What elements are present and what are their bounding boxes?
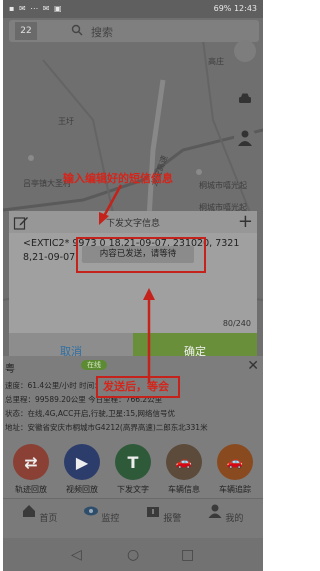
alarm-icon [146,507,159,517]
action-vehicle-info[interactable]: 🚗 车辆信息 [164,444,204,495]
plus-icon[interactable]: + [238,213,253,231]
search-icon [71,24,83,36]
vehicle-track-icon: 🚗 [217,444,253,480]
action-video-replay[interactable]: ▶ 视频回放 [62,444,102,495]
profile-icon [208,504,222,518]
status-icons: ▪ ✉ ⋯ ✉ ▣ [9,4,63,13]
tab-label: 监控 [101,514,120,524]
eye-icon [83,506,98,516]
action-vehicle-track[interactable]: 🚗 车辆追踪 [215,444,255,495]
tab-label: 我的 [225,514,244,524]
recents-icon[interactable]: □ [181,547,194,563]
car-location-button[interactable] [234,88,256,110]
search-input[interactable]: 搜索 [91,24,113,40]
vehicle-count[interactable]: 22 [15,22,37,40]
person-icon [238,130,252,146]
tab-alarm[interactable]: 报警 [143,503,183,524]
vehicle-info-icon: 🚗 [166,444,202,480]
clock: 12:43 [233,4,257,13]
search-bar[interactable]: 22 搜索 [9,20,259,42]
car-icon [239,93,251,103]
plate-number: 粤 [5,364,15,375]
action-label: 轨迹回放 [15,485,47,494]
status-bar: ▪ ✉ ⋯ ✉ ▣ 69% 12:43 [3,0,263,18]
dialog-title: 下发文字信息 [105,219,160,229]
map-label: 王圩 [58,117,74,126]
tab-label: 首页 [39,514,58,524]
system-nav-bar: ◁ ○ □ [3,538,263,571]
tab-profile[interactable]: 我的 [205,503,245,524]
back-icon[interactable]: ◁ [71,547,82,563]
phone-screen: ▪ ✉ ⋯ ✉ ▣ 69% 12:43 22 搜索 高庄 王圩 吕亭镇大圣村 桐… [3,0,263,571]
battery-level: 69% [213,4,232,13]
video-replay-icon: ▶ [64,444,100,480]
map-label: 桐城市嘻光起 [199,181,247,190]
tab-monitor[interactable]: 监控 [81,503,121,524]
send-text-dialog: 下发文字信息 + <EXTIC2* 9973 0 18,21-09-07, 23… [9,211,257,374]
status-badge: 在线 [81,360,107,370]
action-label: 视频回放 [66,485,98,494]
status-right: 69% 12:43 [214,4,257,13]
bottom-nav: 首页 监控 报警 我的 [3,498,263,539]
user-location-button[interactable] [234,127,256,149]
action-label: 车辆追踪 [219,485,251,494]
layers-button[interactable] [234,40,256,62]
tab-label: 报警 [163,514,182,524]
home-icon [22,505,35,517]
char-counter: 80/240 [222,319,251,328]
action-label: 车辆信息 [168,485,200,494]
annotation-highlight [96,376,180,398]
tab-home[interactable]: 首页 [19,503,59,524]
dialog-titlebar: 下发文字信息 + [9,211,257,233]
toast-message: 内容已发送，请等待 [82,246,194,263]
send-text-icon: T [115,444,151,480]
action-bar: ⇄ 轨迹回放 ▶ 视频回放 T 下发文字 🚗 车辆信息 🚗 车辆追踪 [3,440,263,504]
track-replay-icon: ⇄ [13,444,49,480]
state-line: 状态：在线,4G,ACC开启,行驶,卫星:15,网络信号优 [5,409,176,418]
action-track-replay[interactable]: ⇄ 轨迹回放 [11,444,51,495]
close-icon[interactable]: ✕ [247,358,259,374]
map-label: 高庄 [208,57,224,66]
action-label: 下发文字 [117,485,149,494]
annotation-top: 输入编辑好的短信信息 [63,172,173,185]
home-circle-icon[interactable]: ○ [127,547,139,563]
action-send-text[interactable]: T 下发文字 [113,444,153,495]
address-line: 地址：安徽省安庆市桐城市G4212(高界高速)二郎东北331米 [5,423,208,432]
